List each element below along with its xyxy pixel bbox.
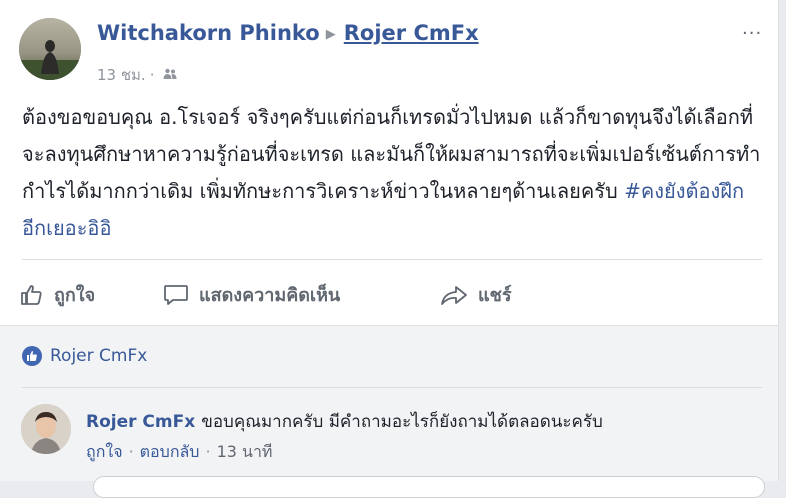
meta-separator: ·	[128, 442, 134, 461]
comment-button[interactable]: แสดงความคิดเห็น	[163, 280, 340, 309]
meta-separator: ·	[205, 442, 211, 461]
comment-timestamp[interactable]: 13 นาที	[217, 442, 273, 461]
avatar-photo	[19, 18, 81, 80]
post-header: Witchakorn Phinko ▶ Rojer CmFx	[97, 21, 479, 45]
comment-body: Rojer CmFx ขอบคุณมากครับ มีคำถามอะไรก็ยัง…	[86, 408, 603, 435]
post-body: ต้องขอขอบคุณ อ.โรเจอร์ จริงๆครับแต่ก่อนก…	[22, 99, 762, 247]
like-label: ถูกใจ	[54, 285, 96, 306]
share-arrow-icon	[441, 285, 467, 305]
comment-text: ขอบคุณมากครับ มีคำถามอะไรก็ยังถามได้ตลอด…	[201, 412, 603, 432]
post-timestamp[interactable]: 13 ชม.	[97, 66, 146, 84]
meta-separator: ·	[149, 66, 155, 84]
author-name[interactable]: Witchakorn Phinko	[97, 21, 320, 45]
like-reaction-icon	[22, 346, 42, 366]
share-label: แชร์	[478, 285, 512, 306]
comments-section: Rojer CmFx Rojer CmFx ขอบคุณมากครับ มีคำถ…	[0, 325, 778, 498]
arrow-right-icon: ▶	[325, 27, 336, 42]
comment-like-link[interactable]: ถูกใจ	[86, 442, 123, 461]
divider	[22, 387, 762, 388]
comment-bubble-icon	[164, 284, 188, 305]
reply-input[interactable]	[93, 476, 765, 498]
commenter-avatar[interactable]	[21, 404, 71, 454]
comment-reply-link[interactable]: ตอบกลับ	[140, 442, 200, 461]
comment-meta: ถูกใจ · ตอบกลับ · 13 นาที	[86, 440, 272, 465]
comment-label: แสดงความคิดเห็น	[199, 285, 341, 306]
divider	[22, 259, 762, 260]
reaction-summary[interactable]: Rojer CmFx	[22, 346, 147, 366]
like-button[interactable]: ถูกใจ	[20, 280, 95, 309]
post-card: Witchakorn Phinko ▶ Rojer CmFx 13 ชม. · ···…	[0, 0, 779, 498]
share-button[interactable]: แชร์	[440, 280, 512, 309]
post-meta: 13 ชม. ·	[97, 63, 177, 87]
thumbs-up-icon	[21, 284, 42, 305]
commenter-photo	[21, 404, 71, 454]
friends-icon[interactable]	[163, 66, 177, 84]
comment-author[interactable]: Rojer CmFx	[86, 412, 195, 432]
author-avatar[interactable]	[19, 18, 81, 80]
likers-names: Rojer CmFx	[50, 346, 148, 366]
page-link[interactable]: Rojer CmFx	[344, 21, 479, 45]
more-options-icon[interactable]: ···	[742, 23, 762, 44]
